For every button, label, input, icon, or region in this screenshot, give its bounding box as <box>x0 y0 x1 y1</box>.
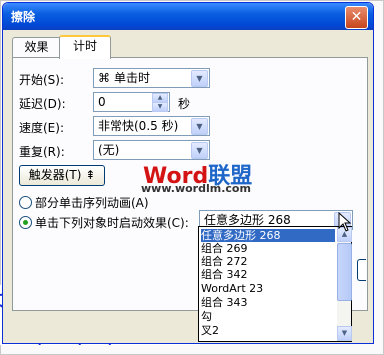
mouse-pointer-icon <box>338 212 352 232</box>
start-label: 开始(S): <box>19 73 65 87</box>
list-item[interactable]: 任意多边形 268 <box>201 229 335 242</box>
mouse-click-icon: ⌘ <box>98 71 110 85</box>
radio-on-click-object[interactable] <box>19 216 32 229</box>
watermark-url: www.wordlm.com <box>141 182 251 195</box>
chevron-down-icon[interactable]: ▼ <box>191 70 208 87</box>
delay-unit: 秒 <box>178 97 191 111</box>
trigger-button[interactable]: 触发器(T) ⇞ <box>19 165 105 186</box>
list-item[interactable]: WordArt 23 <box>201 282 335 295</box>
list-scrollbar[interactable]: ▲ ▼ <box>337 227 352 341</box>
delay-label: 延迟(D): <box>19 97 66 111</box>
speed-label: 速度(E): <box>19 121 64 135</box>
repeat-value: (无) <box>98 143 120 157</box>
repeat-select[interactable]: (无) ▼ <box>93 140 210 160</box>
object-dropdown-list[interactable]: 任意多边形 268 组合 269 组合 272 组合 342 WordArt 2… <box>198 226 352 342</box>
speed-value: 非常快(0.5 秒) <box>98 119 179 133</box>
list-item[interactable]: 勾 <box>201 310 335 323</box>
hidden-button-edge <box>357 259 366 281</box>
radio-partial-sequence[interactable] <box>19 196 32 209</box>
list-item[interactable]: 组合 342 <box>201 268 335 281</box>
tab-effect[interactable]: 效果 <box>12 37 61 57</box>
scroll-thumb[interactable] <box>337 243 352 301</box>
repeat-label: 重复(R): <box>19 145 65 159</box>
close-button[interactable]: ✕ <box>345 6 368 29</box>
list-item[interactable]: 组合 269 <box>201 242 335 255</box>
start-value: 单击时 <box>114 71 151 85</box>
list-item[interactable]: 组合 343 <box>201 296 335 309</box>
speed-select[interactable]: 非常快(0.5 秒) ▼ <box>93 116 210 136</box>
tab-timing[interactable]: 计时 <box>59 35 111 59</box>
radio2-label: 单击下列对象时启动效果(C): <box>35 216 189 230</box>
chevron-down-icon[interactable]: ▼ <box>191 142 208 159</box>
chevron-down-icon[interactable]: ▼ <box>191 118 208 135</box>
window-title: 擦除 <box>11 10 36 24</box>
title-bar: 擦除 ✕ <box>3 3 373 30</box>
delay-input[interactable]: 0 ▲ ▼ <box>93 92 170 112</box>
radio1-label: 部分单击序列动画(A) <box>35 196 149 210</box>
delay-value: 0 <box>98 95 106 109</box>
scroll-down-icon[interactable]: ▼ <box>337 326 352 341</box>
start-select[interactable]: ⌘ 单击时 ▼ <box>93 68 210 88</box>
list-item[interactable]: 组合 272 <box>201 255 335 268</box>
list-item[interactable]: 叉2 <box>201 324 335 337</box>
spin-down-icon[interactable]: ▼ <box>152 102 168 112</box>
